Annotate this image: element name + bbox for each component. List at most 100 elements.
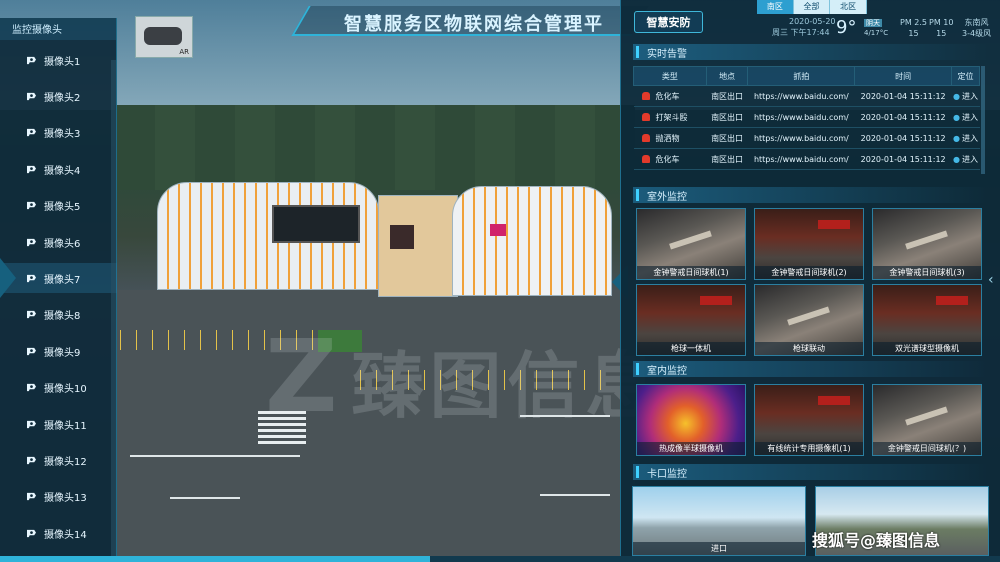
camera-item-label: 摄像头10 bbox=[44, 384, 87, 396]
alert-type: 打架斗殴 bbox=[655, 112, 688, 122]
alert-type: 危化车 bbox=[655, 154, 680, 164]
camera-item[interactable]: 摄像头9 bbox=[0, 336, 117, 366]
road-marking bbox=[540, 494, 610, 496]
alerts-column-header[interactable]: 类型 bbox=[633, 66, 707, 86]
indoor-camera-thumbnail[interactable]: 有线统计专用摄像机(1) bbox=[754, 384, 864, 456]
weather-range: 4/17°C bbox=[864, 29, 889, 37]
farmland bbox=[115, 105, 635, 190]
watermark: Z 臻图信息 bbox=[265, 318, 664, 435]
camera-item[interactable]: 摄像头10 bbox=[0, 373, 117, 403]
camera-feed-caption: 有线统计专用摄像机(1) bbox=[755, 442, 863, 455]
alerts-scrollbar[interactable] bbox=[981, 66, 985, 174]
camera-item[interactable]: 摄像头13 bbox=[0, 482, 117, 512]
alert-location: 南区出口 bbox=[706, 106, 748, 128]
camera-item[interactable]: 摄像头12 bbox=[0, 445, 117, 475]
alert-capture-link[interactable]: https://www.baidu.com/ bbox=[747, 148, 855, 170]
time-text: 周三 下午17:44 bbox=[772, 28, 830, 37]
location-pin-icon: ● bbox=[953, 133, 960, 143]
weather-badge: 阴天 bbox=[864, 19, 882, 27]
alerts-column-header[interactable]: 时间 bbox=[854, 66, 953, 86]
chevron-left-icon[interactable]: ‹ bbox=[988, 272, 994, 288]
alert-capture-link[interactable]: https://www.baidu.com/ bbox=[747, 106, 855, 128]
minimap-label: AR bbox=[179, 48, 189, 56]
camera-item[interactable]: 摄像头11 bbox=[0, 409, 117, 439]
alert-row[interactable]: 危化车 南区出口 https://www.baidu.com/2020-01-04 … bbox=[633, 85, 980, 107]
alert-locate-button[interactable]: ● 进入 bbox=[951, 85, 980, 107]
date-text: 2020-05-20 bbox=[789, 17, 836, 26]
gate-heading-text: 卡口监控 bbox=[647, 468, 687, 480]
credit-text: 搜狐号@臻图信息 bbox=[812, 531, 941, 550]
alerts-column-header[interactable]: 地点 bbox=[705, 66, 749, 86]
camera-item-label: 摄像头14 bbox=[44, 529, 87, 541]
page-title: 智慧服务区物联网综合管理平 bbox=[344, 14, 604, 35]
outdoor-camera-thumbnail[interactable]: 枪球联动 bbox=[754, 284, 864, 356]
outdoor-heading-text: 室外监控 bbox=[647, 191, 687, 203]
camera-item[interactable]: 摄像头14 bbox=[0, 518, 117, 548]
camera-item[interactable]: 摄像头4 bbox=[0, 154, 117, 184]
road-marking bbox=[170, 497, 240, 499]
subsystem-button[interactable]: 智慧安防 bbox=[634, 11, 703, 33]
camera-feed-caption: 热成像半球摄像机 bbox=[637, 442, 745, 455]
alerts-column-header[interactable]: 抓拍 bbox=[747, 66, 856, 86]
area-tab[interactable]: 北区 bbox=[830, 0, 868, 14]
indoor-camera-thumbnail[interactable]: 金钟警戒日间球机(？) bbox=[872, 384, 982, 456]
area-tab[interactable]: 全部 bbox=[793, 0, 831, 14]
pm25: PM 2.5 15 bbox=[900, 17, 927, 39]
area-tab[interactable]: 南区 bbox=[757, 0, 794, 14]
camera-icon bbox=[26, 529, 37, 538]
camera-item-label: 摄像头2 bbox=[44, 92, 81, 104]
flag-marker[interactable] bbox=[490, 224, 506, 236]
camera-item[interactable]: 摄像头6 bbox=[0, 227, 117, 257]
alert-type-cell: 抛洒物 bbox=[633, 127, 707, 149]
alerts-column-header[interactable]: 定位 bbox=[951, 66, 980, 86]
outdoor-camera-thumbnail[interactable]: 金钟警戒日间球机(3) bbox=[872, 208, 982, 280]
camera-icon bbox=[26, 274, 37, 283]
indoor-camera-thumbnail[interactable]: 热成像半球摄像机 bbox=[636, 384, 746, 456]
sidebar-scrollbar[interactable] bbox=[111, 60, 116, 562]
alert-capture-link[interactable]: https://www.baidu.com/ bbox=[747, 127, 855, 149]
camera-item[interactable]: 摄像头7 bbox=[0, 263, 117, 294]
alert-location: 南区出口 bbox=[706, 85, 748, 107]
weather-info: 阴天 4/17°C bbox=[864, 18, 888, 38]
camera-icon bbox=[26, 347, 37, 356]
camera-item[interactable]: 摄像头3 bbox=[0, 118, 117, 148]
camera-item-label: 摄像头7 bbox=[44, 274, 81, 286]
alerts-heading: 实时告警 bbox=[633, 44, 988, 60]
camera-feed-caption: 双光谱球型摄像机 bbox=[873, 342, 981, 355]
camera-feed-caption: 枪球联动 bbox=[755, 342, 863, 355]
camera-item-label: 摄像头11 bbox=[44, 420, 87, 432]
alert-row[interactable]: 打架斗殴 南区出口 https://www.baidu.com/2020-01-04… bbox=[633, 106, 980, 128]
camera-icon bbox=[26, 56, 37, 65]
camera-item[interactable]: 摄像头8 bbox=[0, 300, 117, 330]
camera-item[interactable]: 摄像头5 bbox=[0, 191, 117, 221]
building-east[interactable] bbox=[452, 186, 612, 296]
outdoor-camera-thumbnail[interactable]: 金钟警戒日间球机(1) bbox=[636, 208, 746, 280]
wind-direction: 东南风 bbox=[964, 18, 989, 27]
alert-time: 2020-01-04 15:11:12 bbox=[854, 106, 952, 128]
alert-row[interactable]: 抛洒物 南区出口 https://www.baidu.com/2020-01-04 … bbox=[633, 127, 980, 149]
gate-camera-thumbnail[interactable]: 进口 bbox=[632, 486, 806, 556]
alert-locate-button[interactable]: ● 进入 bbox=[951, 106, 980, 128]
alert-locate-button[interactable]: ● 进入 bbox=[951, 127, 980, 149]
alert-capture-link[interactable]: https://www.baidu.com/ bbox=[747, 85, 855, 107]
minimap-thumbnail[interactable]: AR bbox=[135, 16, 193, 58]
outdoor-camera-thumbnail[interactable]: 金钟警戒日间球机(2) bbox=[754, 208, 864, 280]
poster-screen bbox=[390, 225, 414, 249]
alerts-table: 类型 地点 抓拍 时间 定位 危化车 南区出口 https://www.baidu.com/… bbox=[633, 66, 980, 170]
alert-locate-button[interactable]: ● 进入 bbox=[951, 148, 980, 170]
location-pin-icon: ● bbox=[953, 112, 960, 122]
alert-row[interactable]: 危化车 南区出口 https://www.baidu.com/2020-01-04 … bbox=[633, 148, 980, 170]
camera-item[interactable]: 摄像头1 bbox=[0, 45, 117, 75]
playback-progress[interactable] bbox=[0, 556, 1000, 562]
alert-locate-label: 进入 bbox=[962, 112, 978, 122]
gate-heading: 卡口监控 bbox=[633, 464, 988, 480]
camera-item-label: 摄像头8 bbox=[44, 311, 81, 323]
alarm-icon bbox=[641, 134, 650, 142]
camera-item[interactable]: 摄像头2 bbox=[0, 81, 117, 111]
outdoor-camera-thumbnail[interactable]: 枪球一体机 bbox=[636, 284, 746, 356]
alert-time: 2020-01-04 15:11:12 bbox=[854, 127, 952, 149]
pm25-label: PM 2.5 bbox=[900, 18, 927, 27]
wind: 东南风 3-4级风 bbox=[962, 17, 991, 39]
outdoor-camera-thumbnail[interactable]: 双光谱球型摄像机 bbox=[872, 284, 982, 356]
camera-icon bbox=[26, 92, 37, 101]
